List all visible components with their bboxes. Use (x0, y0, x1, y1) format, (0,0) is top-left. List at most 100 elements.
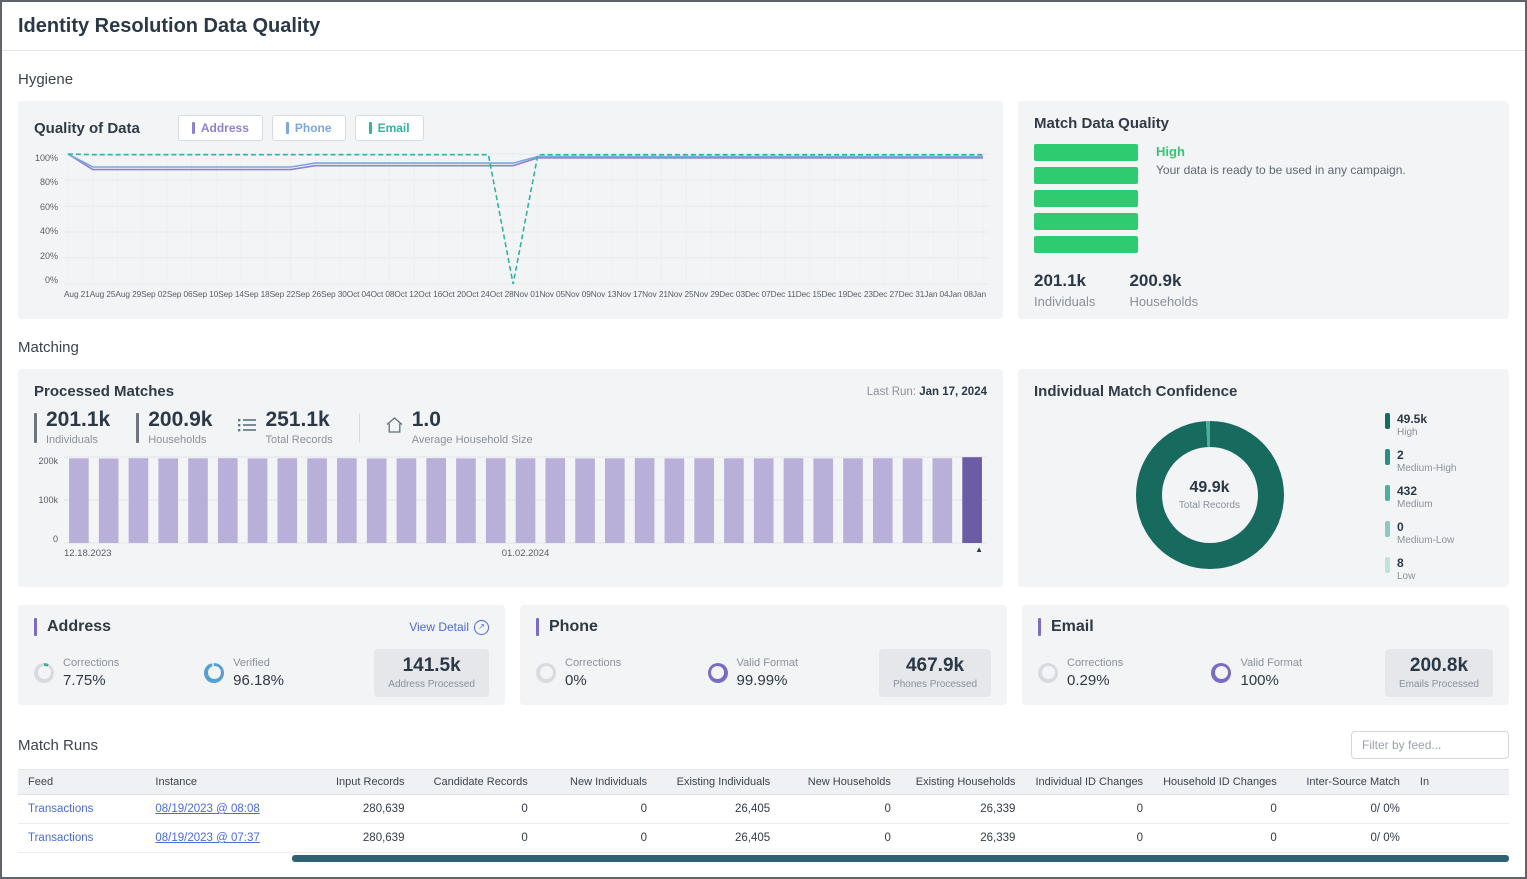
stat-divider (359, 413, 360, 443)
y-tick-label: 100% (35, 153, 58, 163)
page-title: Identity Resolution Data Quality (18, 15, 1509, 38)
high-value: 49.5k (1397, 412, 1427, 426)
last-run-value: Jan 17, 2024 (919, 386, 987, 398)
instance-link[interactable]: 08/19/2023 @ 08:08 (155, 803, 259, 815)
x-tick-label: Aug 21 (64, 289, 90, 299)
x-tick-label: Sep 26 (295, 289, 321, 299)
x-tick-label: Sep 02 (141, 289, 167, 299)
column-header-inter-source-match: Inter-Source Match (1287, 770, 1410, 795)
page-header: Identity Resolution Data Quality (2, 2, 1525, 51)
column-header-existing-households: Existing Households (901, 770, 1026, 795)
medium-high-label: Medium-High (1397, 463, 1456, 474)
quality-level-bar (1034, 190, 1138, 207)
content: Hygiene Quality of Data Address Phone (2, 71, 1525, 862)
pm-x-mid-label: 01.02.2024 (502, 548, 550, 559)
y-tick-label: 100k (38, 495, 58, 505)
medium-value: 432 (1397, 484, 1433, 498)
table-cell (1410, 824, 1509, 853)
confidence-total-value: 49.9k (1189, 479, 1229, 497)
match-runs-table: FeedInstanceInput RecordsCandidate Recor… (18, 769, 1509, 853)
table-cell: 0/ 0% (1287, 824, 1410, 853)
title-accent-bar (34, 618, 37, 636)
phone-valid-format-metric: Valid Format 99.99% (708, 657, 880, 689)
pm-avg-household-stat: 1.0 Average Household Size (386, 409, 533, 446)
view-detail-link[interactable]: View Detail ↗ (409, 620, 489, 635)
corrections-ring (536, 663, 556, 683)
legend-address-button[interactable]: Address (178, 115, 263, 141)
pm-households-label: Households (148, 434, 212, 446)
pm-y-labels: 200k100k0 (34, 456, 64, 544)
confidence-legend: 49.5k High 2 Medium-High 432 Medium (1385, 408, 1493, 582)
pm-total-records-value: 251.1k (265, 409, 332, 430)
column-header-candidate-records: Candidate Records (414, 770, 537, 795)
column-header-feed: Feed (18, 770, 145, 795)
horizontal-scrollbar[interactable] (18, 855, 1509, 862)
x-tick-label: Oct 28 (490, 289, 514, 299)
instance-link[interactable]: 08/19/2023 @ 07:37 (155, 832, 259, 844)
x-tick-label: Nov 21 (642, 289, 668, 299)
address-series-swatch (192, 122, 195, 134)
column-header-in: In (1410, 770, 1509, 795)
corrections-ring (1038, 663, 1058, 683)
households-value: 200.9k (1129, 271, 1198, 291)
table-cell: 0 (1153, 824, 1287, 853)
quality-y-labels: 100%80%60%40%20%0% (34, 153, 64, 285)
corrections-label: Corrections (1067, 657, 1123, 669)
legend-item-high: 49.5k High (1385, 412, 1493, 438)
legend-email-button[interactable]: Email (355, 115, 424, 141)
phone-series-swatch (286, 122, 289, 134)
address-card-title: Address (47, 618, 111, 636)
x-tick-label: Nov 13 (591, 289, 617, 299)
hygiene-section-label: Hygiene (18, 71, 1509, 88)
x-tick-label: Aug 29 (115, 289, 141, 299)
individual-match-confidence-card: Individual Match Confidence 49.9k Total … (1018, 369, 1509, 587)
legend-phone-button[interactable]: Phone (272, 115, 346, 141)
column-header-new-individuals: New Individuals (538, 770, 657, 795)
address-processed-box: 141.5k Address Processed (374, 649, 489, 697)
x-tick-label: Sep 14 (218, 289, 244, 299)
hygiene-row: Quality of Data Address Phone Email (18, 101, 1509, 319)
horizontal-scrollbar-thumb[interactable] (292, 855, 1509, 862)
match-runs-title: Match Runs (18, 737, 98, 754)
x-tick-label: Nov 09 (565, 289, 591, 299)
pm-avg-household-label: Average Household Size (412, 434, 533, 446)
feed-filter-input[interactable] (1351, 731, 1509, 759)
table-cell: 0 (414, 824, 537, 853)
match-runs-table-wrap: FeedInstanceInput RecordsCandidate Recor… (18, 769, 1509, 853)
x-tick-label: Aug 25 (90, 289, 116, 299)
households-stat: 200.9k Households (1129, 271, 1198, 309)
feed-link[interactable]: Transactions (28, 832, 93, 844)
x-tick-label: Nov 01 (514, 289, 540, 299)
phone-card: Phone Corrections 0% Valid Format 99.99%… (520, 605, 1007, 705)
match-quality-bars (1034, 144, 1138, 259)
medium-high-value: 2 (1397, 448, 1456, 462)
x-tick-label: Oct 24 (466, 289, 490, 299)
table-row: Transactions08/19/2023 @ 08:08280,639002… (18, 795, 1509, 824)
x-tick-label: Oct 16 (418, 289, 442, 299)
x-tick-label: Dec 19 (821, 289, 847, 299)
low-swatch (1385, 557, 1390, 573)
table-cell: 0 (1153, 795, 1287, 824)
x-tick-label: Nov 25 (668, 289, 694, 299)
x-tick-label: Dec 31 (899, 289, 925, 299)
confidence-total-label: Total Records (1179, 500, 1240, 511)
match-data-quality-title: Match Data Quality (1034, 115, 1493, 132)
feed-link[interactable]: Transactions (28, 803, 93, 815)
x-tick-label: Dec 11 (771, 289, 796, 299)
column-header-existing-individuals: Existing Individuals (657, 770, 780, 795)
y-tick-label: 0% (45, 275, 58, 285)
x-tick-label: Oct 08 (371, 289, 395, 299)
corrections-label: Corrections (565, 657, 621, 669)
valid-format-ring (1211, 663, 1231, 683)
column-header-individual-id-changes: Individual ID Changes (1025, 770, 1153, 795)
email-card-title: Email (1051, 618, 1094, 636)
phone-card-title: Phone (549, 618, 598, 636)
stat-accent-bar (136, 413, 139, 443)
table-header-row: FeedInstanceInput RecordsCandidate Recor… (18, 770, 1509, 795)
email-series-swatch (369, 122, 372, 134)
verified-ring (204, 663, 224, 683)
quality-level-bar (1034, 167, 1138, 184)
x-tick-label: Dec 03 (719, 289, 745, 299)
confidence-donut: 49.9k Total Records (1136, 421, 1284, 569)
individuals-stat: 201.1k Individuals (1034, 271, 1095, 309)
